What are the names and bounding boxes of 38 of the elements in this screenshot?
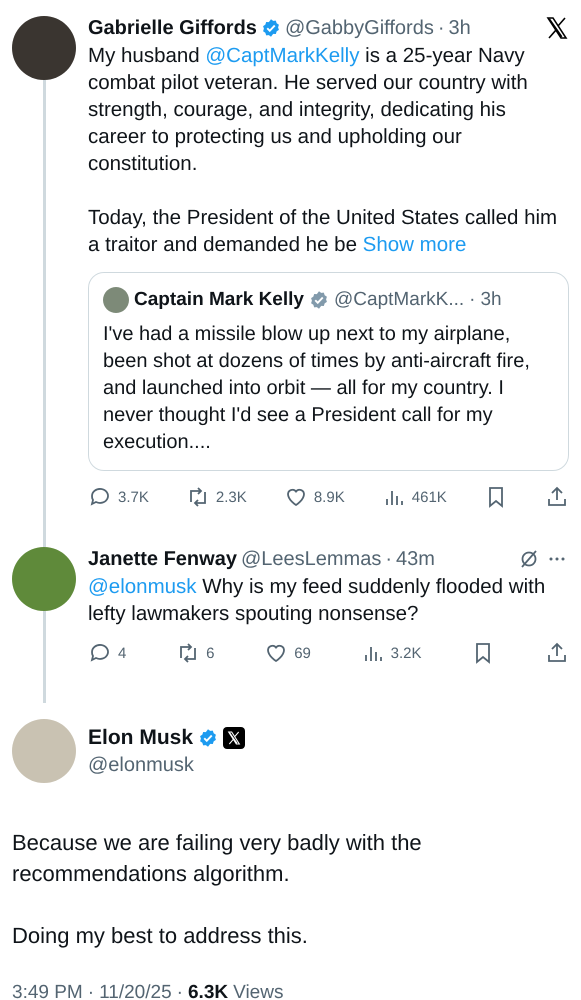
post-text: Doing my best to address this. <box>12 922 309 950</box>
like-button[interactable]: 69 <box>264 641 311 665</box>
quoted-post-card[interactable] <box>88 272 569 471</box>
author-name[interactable]: Janette Fenway <box>88 548 237 570</box>
post-date: 11/20/25 <box>99 982 172 1000</box>
author-name[interactable]: Gabrielle Giffords <box>88 16 257 40</box>
post-text: @elonmusk Why is my feed suddenly flooded with lefty lawmakers spouting nonsense? <box>88 574 546 627</box>
author-handle[interactable]: @LeesLemmas <box>240 548 382 570</box>
separator-dot: · <box>438 16 444 40</box>
separator-dot: · <box>88 982 94 1000</box>
x-affiliation-icon <box>223 726 246 748</box>
post-text: My husband @CaptMarkKelly is a 25-year Navy combat pilot veteran. He served our country with strength, courage, and integrity, dedicating his career to protecting us and upholding our constitution. <box>88 43 529 177</box>
repost-button[interactable]: 6 <box>176 641 214 665</box>
avatar-placeholder <box>103 287 129 313</box>
author-name: Captain Mark Kelly <box>134 289 304 311</box>
separator-dot: · <box>176 982 183 1000</box>
reply-button[interactable]: 4 <box>88 641 126 665</box>
views-button[interactable]: 461K <box>382 485 447 509</box>
separator-dot: · <box>385 548 392 570</box>
post-time: 3h <box>480 289 502 311</box>
post-time: 3:49 PM <box>12 982 83 1000</box>
author-handle[interactable]: @elonmusk <box>88 754 246 776</box>
separator-dot: · <box>469 289 476 311</box>
views-button[interactable]: 3.2K <box>360 641 422 665</box>
quoted-post-text: I've had a missile blow up next to my airplane, been shot at dozens of times by anti-aircraft fire, and launched into orbit — all for my country. I never thought I'd see a President call for my execution.... <box>103 322 531 455</box>
reply-button[interactable]: 3.7K <box>88 485 149 509</box>
x-logo-icon <box>545 16 569 40</box>
post-text: Because we are failing very badly with the recommendations algorithm. <box>12 829 423 888</box>
post-text: Today, the President of the United States called him a traitor and demanded he be Show more <box>88 205 558 258</box>
author-handle[interactable]: @GabbyGiffords <box>284 16 434 40</box>
like-button[interactable]: 8.9K <box>284 485 345 509</box>
views-count: 6.3K <box>188 982 228 1000</box>
repost-button[interactable]: 2.3K <box>186 485 247 509</box>
author-handle: @CaptMarkK... <box>334 289 464 311</box>
views-label: Views <box>233 982 284 1000</box>
post-time: 43m <box>396 548 435 570</box>
post-time: 3h <box>448 16 471 40</box>
author-name[interactable]: Elon Musk <box>88 726 194 750</box>
